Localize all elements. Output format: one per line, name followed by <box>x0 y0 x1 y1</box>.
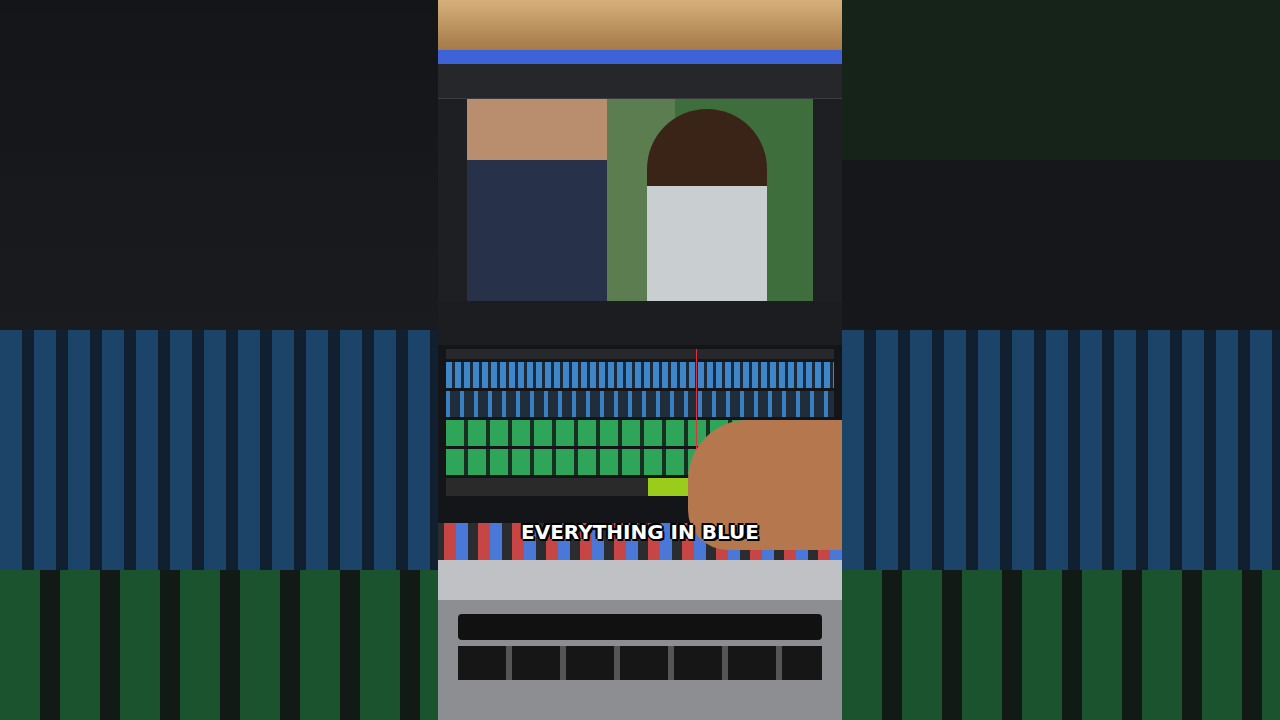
menu-bar <box>438 50 842 64</box>
keyboard <box>438 560 842 720</box>
wall <box>438 0 842 50</box>
touch-bar <box>458 614 822 640</box>
blurred-clips <box>842 330 1280 570</box>
video-frame: EVERYTHING IN BLUE <box>0 0 1280 720</box>
viewer-picture <box>467 99 813 301</box>
woman-figure <box>647 109 767 301</box>
laptop-photo <box>438 0 842 720</box>
blurred-left-panel <box>0 0 438 720</box>
key-row <box>458 646 822 680</box>
video-track <box>446 391 834 417</box>
blurred-ruler <box>842 0 1280 330</box>
blurred-right-panel <box>842 0 1280 720</box>
caption: EVERYTHING IN BLUE <box>0 518 1280 546</box>
blurred-clips <box>0 330 438 570</box>
toolbar <box>438 64 842 99</box>
blurred-audio <box>0 570 438 720</box>
man-figure <box>467 99 607 301</box>
timeline-ruler <box>446 349 834 359</box>
viewer <box>438 99 842 301</box>
transport-controls <box>438 301 842 345</box>
video-track <box>446 362 834 388</box>
blurred-ruler <box>0 0 438 330</box>
blurred-audio <box>842 570 1280 720</box>
